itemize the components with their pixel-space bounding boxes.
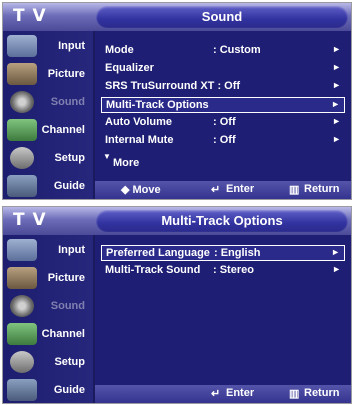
row-value: : Stereo xyxy=(213,264,254,276)
sidebar-item-channel[interactable]: Channel xyxy=(3,117,93,145)
sound-menu-panel: T V Sound Input Picture Sound Channel Se… xyxy=(2,2,352,200)
sidebar-item-label: Sound xyxy=(50,300,85,312)
channel-icon xyxy=(7,323,37,345)
arrow-right-icon: ► xyxy=(332,44,341,54)
row-label: SRS TruSurround XT : Off xyxy=(105,80,241,92)
sidebar-item-picture[interactable]: Picture xyxy=(3,265,93,293)
sidebar-item-label: Picture xyxy=(47,272,85,284)
sidebar-item-label: Channel xyxy=(41,124,85,136)
input-icon xyxy=(7,35,37,57)
menu-row-internal-mute[interactable]: Internal Mute : Off ► xyxy=(101,133,345,149)
row-label: Internal Mute xyxy=(105,134,174,146)
enter-icon: ↵ xyxy=(211,388,221,400)
guide-icon xyxy=(7,379,37,401)
sidebar-item-input[interactable]: Input xyxy=(3,237,93,265)
menu-header: T V Multi-Track Options xyxy=(3,207,351,235)
setup-icon xyxy=(10,351,34,373)
sidebar: Input Picture Sound Channel Setup Guide xyxy=(3,235,93,403)
sidebar-item-sound[interactable]: Sound xyxy=(3,293,93,321)
setup-icon xyxy=(10,147,34,169)
return-hint: Return xyxy=(304,387,340,399)
sidebar-item-label: Setup xyxy=(54,356,85,368)
arrow-right-icon: ► xyxy=(332,134,341,144)
return-hint: Return xyxy=(304,183,340,195)
row-label: Equalizer xyxy=(105,62,154,74)
menu-row-more[interactable]: ▼ More xyxy=(101,152,345,169)
arrow-right-icon: ► xyxy=(332,62,341,72)
picture-icon xyxy=(7,63,37,85)
menu-row-multi-track-options[interactable]: Multi-Track Options ► xyxy=(101,97,345,113)
menu-title-box: Sound xyxy=(96,6,348,28)
input-icon xyxy=(7,239,37,261)
row-label: Multi-Track Sound xyxy=(105,264,201,276)
arrow-right-icon: ► xyxy=(332,264,341,274)
row-label: More xyxy=(113,157,140,169)
arrow-right-icon: ► xyxy=(332,116,341,126)
enter-icon: ↵ xyxy=(211,184,221,196)
guide-icon xyxy=(7,175,37,197)
menu-content: Mode : Custom ► Equalizer ► SRS TruSurro… xyxy=(95,31,351,181)
row-label: Mode xyxy=(105,44,134,56)
arrow-right-icon: ► xyxy=(332,80,341,90)
sidebar-item-label: Setup xyxy=(54,152,85,164)
menu-title-box: Multi-Track Options xyxy=(96,210,348,232)
sidebar-item-label: Picture xyxy=(47,68,85,80)
sidebar-item-label: Guide xyxy=(53,180,85,192)
sidebar-item-label: Input xyxy=(58,244,85,256)
row-value: : Off xyxy=(213,116,236,128)
menu-row-multi-track-sound[interactable]: Multi-Track Sound : Stereo ► xyxy=(101,263,345,279)
row-label: Auto Volume xyxy=(105,116,173,128)
row-value: : English xyxy=(214,247,261,259)
move-hint: ◆ Move xyxy=(121,184,161,196)
sidebar-item-guide[interactable]: Guide xyxy=(3,173,93,199)
sidebar-item-input[interactable]: Input xyxy=(3,33,93,61)
sound-icon xyxy=(10,91,34,113)
picture-icon xyxy=(7,267,37,289)
menu-row-srs-trusurround[interactable]: SRS TruSurround XT : Off ► xyxy=(101,79,345,95)
row-value: : Off xyxy=(213,134,236,146)
sidebar-item-label: Input xyxy=(58,40,85,52)
return-icon: ▥ xyxy=(289,388,300,400)
sidebar-item-setup[interactable]: Setup xyxy=(3,349,93,377)
sidebar-item-label: Channel xyxy=(41,328,85,340)
enter-hint: Enter xyxy=(226,387,255,399)
menu-row-auto-volume[interactable]: Auto Volume : Off ► xyxy=(101,115,345,131)
row-label: Multi-Track Options xyxy=(106,99,209,111)
sidebar-item-setup[interactable]: Setup xyxy=(3,145,93,173)
return-icon: ▥ xyxy=(289,184,300,196)
sidebar-item-picture[interactable]: Picture xyxy=(3,61,93,89)
arrow-right-icon: ► xyxy=(331,247,340,257)
menu-footer: ↵ Enter ▥ Return xyxy=(95,385,351,403)
row-value: : Custom xyxy=(213,44,261,56)
sound-icon xyxy=(10,295,34,317)
enter-hint: Enter xyxy=(226,183,255,195)
menu-title: Sound xyxy=(201,9,243,24)
tv-label: T V xyxy=(13,6,47,26)
sidebar-item-sound[interactable]: Sound xyxy=(3,89,93,117)
channel-icon xyxy=(7,119,37,141)
menu-content: Preferred Language : English ► Multi-Tra… xyxy=(95,235,351,385)
sidebar-item-guide[interactable]: Guide xyxy=(3,377,93,403)
row-label: Preferred Language xyxy=(106,247,210,259)
sidebar-item-label: Guide xyxy=(53,384,85,396)
multi-track-options-panel: T V Multi-Track Options Input Picture So… xyxy=(2,206,352,404)
menu-row-mode[interactable]: Mode : Custom ► xyxy=(101,43,345,59)
tv-label: T V xyxy=(13,210,47,230)
sidebar: Input Picture Sound Channel Setup Guide xyxy=(3,31,93,199)
menu-row-preferred-language[interactable]: Preferred Language : English ► xyxy=(101,245,345,261)
menu-title: Multi-Track Options xyxy=(161,213,283,228)
triangle-down-icon: ▼ xyxy=(103,152,111,161)
menu-header: T V Sound xyxy=(3,3,351,31)
arrow-right-icon: ► xyxy=(331,99,340,109)
sidebar-item-channel[interactable]: Channel xyxy=(3,321,93,349)
sidebar-item-label: Sound xyxy=(50,96,85,108)
menu-row-equalizer[interactable]: Equalizer ► xyxy=(101,61,345,77)
menu-footer: ◆ Move ↵ Enter ▥ Return xyxy=(95,181,351,199)
